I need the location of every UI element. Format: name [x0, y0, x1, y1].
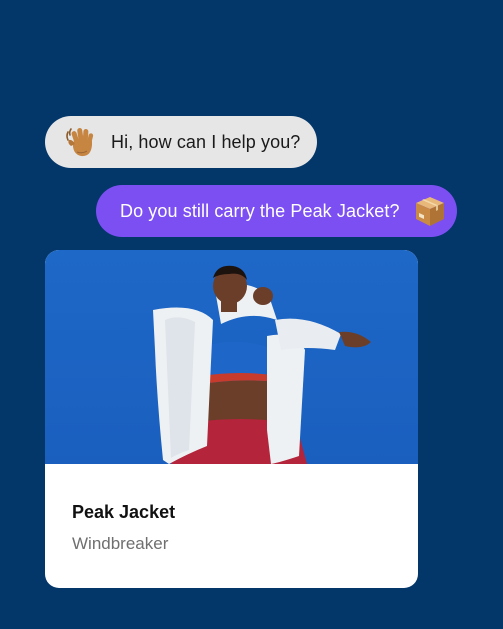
product-card[interactable]: Peak Jacket Windbreaker — [45, 250, 418, 588]
incoming-message-text: Hi, how can I help you? — [111, 131, 301, 152]
outgoing-message-bubble: Do you still carry the Peak Jacket? — [96, 185, 457, 237]
woman-in-white-jacket-photo — [45, 250, 418, 464]
product-name: Peak Jacket — [72, 502, 176, 522]
waving-hand-icon — [66, 127, 94, 157]
incoming-message-bubble: Hi, how can I help you? — [45, 116, 317, 168]
outgoing-message-text: Do you still carry the Peak Jacket? — [120, 200, 400, 221]
product-category: Windbreaker — [72, 534, 169, 553]
package-box-icon — [415, 197, 444, 226]
